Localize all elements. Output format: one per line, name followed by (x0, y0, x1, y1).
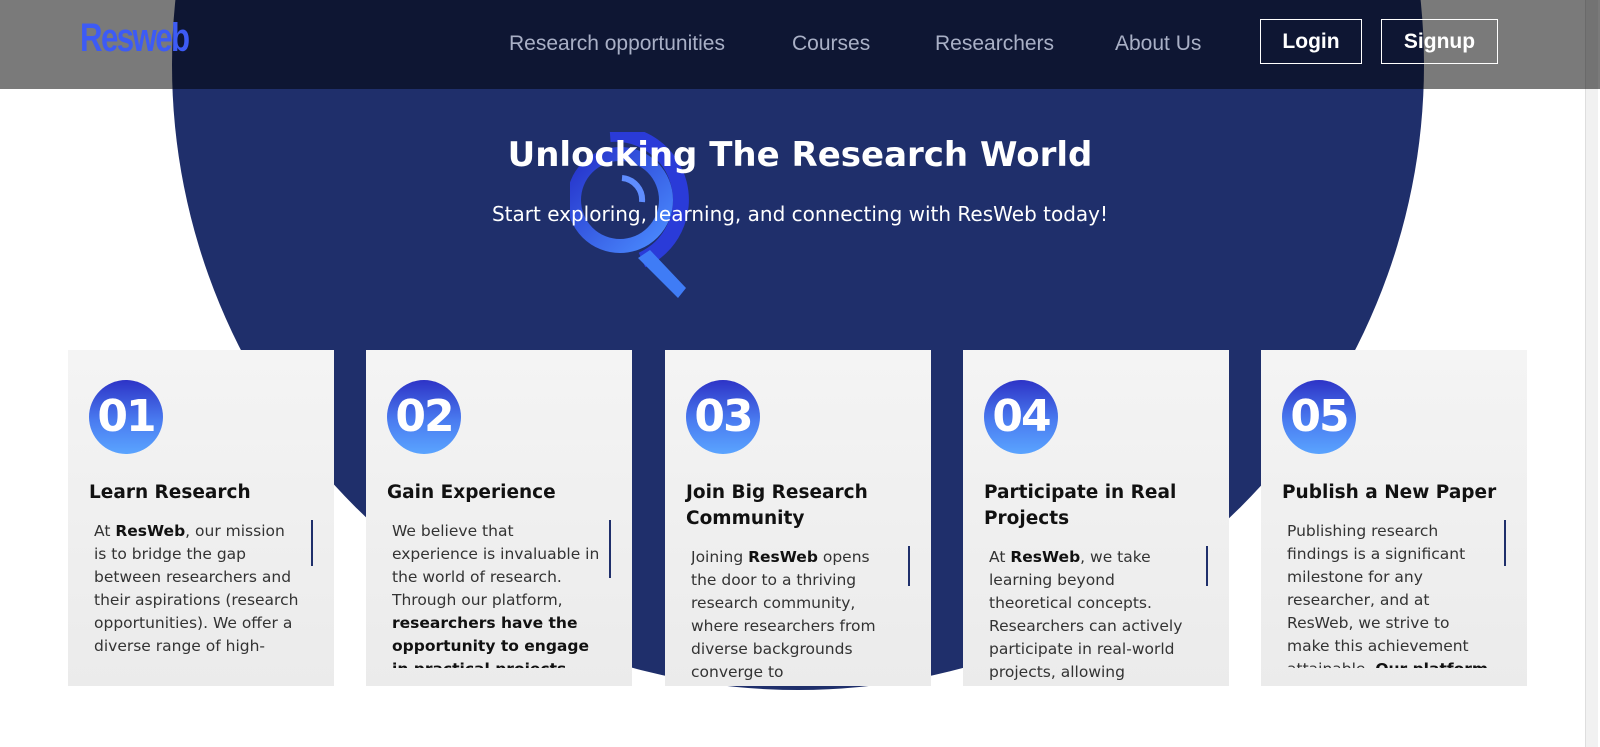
card-accent-bar (609, 520, 611, 578)
card-title: Gain Experience (387, 482, 556, 503)
card-description-segment: opens the door to a thriving research co… (691, 548, 876, 681)
card-title: Publish a New Paper (1282, 482, 1497, 503)
navbar: Resweb Research opportunities Courses Re… (0, 0, 1600, 89)
step-number-badge: 02 (387, 380, 461, 454)
card-description-segment: researchers have the opportunity to enga… (392, 614, 589, 668)
step-number-badge: 01 (89, 380, 163, 454)
card-description-segment: We believe that experience is invaluable… (392, 522, 600, 609)
card-title: Learn Research (89, 482, 251, 503)
signup-button[interactable]: Signup (1381, 19, 1498, 64)
card-accent-bar (311, 520, 313, 566)
nav-link-courses[interactable]: Courses (792, 32, 870, 56)
step-number-badge: 03 (686, 380, 760, 454)
card-description: At ResWeb, we take learning beyond theor… (989, 546, 1197, 694)
card-description: Joining ResWeb opens the door to a thriv… (691, 546, 899, 694)
nav-link-researchers[interactable]: Researchers (935, 32, 1054, 56)
card-accent-bar (1206, 546, 1208, 586)
card-description: We believe that experience is invaluable… (392, 520, 600, 668)
card-title: Participate in Real Projects (984, 482, 1177, 529)
card-accent-bar (1504, 520, 1506, 566)
nav-link-research-opportunities[interactable]: Research opportunities (509, 32, 725, 56)
feature-card: 01 Learn Research At ResWeb, our mission i… (68, 350, 334, 686)
nav-link-about-us[interactable]: About Us (1115, 32, 1201, 56)
step-number-badge: 05 (1282, 380, 1356, 454)
card-description: At ResWeb, our mission is to bridge the … (94, 520, 302, 668)
card-description-segment: ResWeb (1010, 548, 1081, 566)
login-button[interactable]: Login (1260, 19, 1362, 64)
card-description-segment: , our mission is to bridge the gap betwe… (94, 522, 299, 655)
card-title: Join Big Research Community (686, 482, 868, 529)
logo[interactable]: Resweb (80, 16, 190, 61)
hero-subtitle: Start exploring, learning, and connectin… (491, 202, 1108, 226)
card-accent-bar (908, 546, 910, 586)
card-description-segment: At (94, 522, 116, 540)
step-number-badge: 04 (984, 380, 1058, 454)
scrollbar[interactable] (1585, 0, 1598, 747)
card-description-segment: ResWeb (748, 548, 818, 566)
feature-card: 03 Join Big Research Community Joining Res… (665, 350, 931, 686)
card-description-segment: Joining (691, 548, 749, 566)
card-description-segment: Publishing research findings is a signif… (1287, 522, 1469, 668)
card-description-segment: , we take learning beyond theoretical co… (989, 548, 1183, 681)
card-description-segment: At (989, 548, 1011, 566)
card-description-segment: ResWeb (115, 522, 186, 540)
feature-card: 05 Publish a New Paper Publishing research… (1261, 350, 1527, 686)
feature-card: 04 Participate in Real Projects At ResWeb,… (963, 350, 1229, 686)
hero-title: Unlocking The Research World (507, 135, 1093, 175)
feature-card: 02 Gain Experience We believe that experie… (366, 350, 632, 686)
card-description: Publishing research findings is a signif… (1287, 520, 1495, 668)
